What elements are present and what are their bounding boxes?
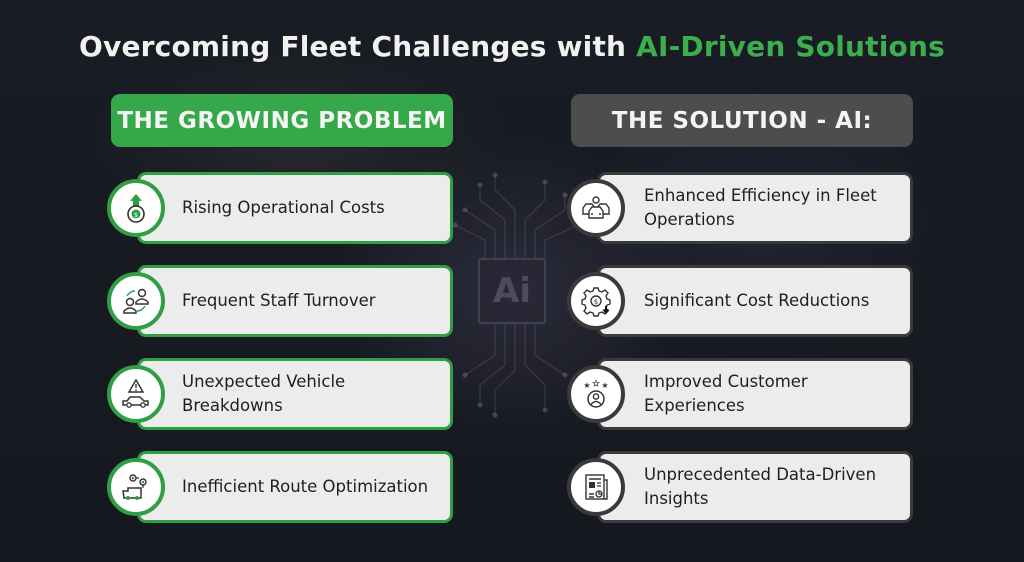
problem-card: Frequent Staff Turnover [137,265,453,337]
problem-card: Rising Operational Costs [137,172,453,244]
solution-card-label: Improved Customer Experiences [644,372,808,415]
problem-card: Unexpected Vehicle Breakdowns [137,358,453,430]
fleet-efficiency-icon [567,179,625,237]
svg-text:$: $ [134,212,138,219]
svg-text:★: ★ [592,379,599,388]
rising-cost-icon: $ [107,179,165,237]
title-prefix: Overcoming Fleet Challenges with [79,30,637,63]
solution-card: Significant Cost Reductions [597,265,913,337]
problem-header: THE GROWING PROBLEM [111,94,453,147]
solution-card-label: Enhanced Efficiency in Fleet Operations [644,186,877,229]
problem-card: Inefficient Route Optimization [137,451,453,523]
solution-card-label: Unprecedented Data-Driven Insights [644,465,877,508]
customer-experience-icon: ★ ★ ★ [567,365,625,423]
svg-text:★: ★ [601,381,608,390]
solution-card: Improved Customer Experiences [597,358,913,430]
solution-header: THE SOLUTION - AI: [571,94,913,147]
vehicle-breakdown-icon [107,365,165,423]
cost-reduction-icon: $ [567,272,625,330]
svg-text:$: $ [594,298,598,306]
solution-card: Unprecedented Data-Driven Insights [597,451,913,523]
problem-card-label: Inefficient Route Optimization [182,477,429,496]
problem-card-label: Frequent Staff Turnover [182,291,376,310]
solution-card: Enhanced Efficiency in Fleet Operations [597,172,913,244]
problem-card-label: Rising Operational Costs [182,198,385,217]
problem-card-label: Unexpected Vehicle Breakdowns [182,372,346,415]
data-insights-icon [567,458,625,516]
route-optimization-icon [107,458,165,516]
solution-card-label: Significant Cost Reductions [644,291,870,310]
title-highlight: AI-Driven Solutions [636,30,945,63]
page-title: Overcoming Fleet Challenges with AI-Driv… [0,30,1024,63]
staff-turnover-icon [107,272,165,330]
svg-text:★: ★ [583,381,590,390]
ai-chip-decoration: Ai [478,258,546,324]
